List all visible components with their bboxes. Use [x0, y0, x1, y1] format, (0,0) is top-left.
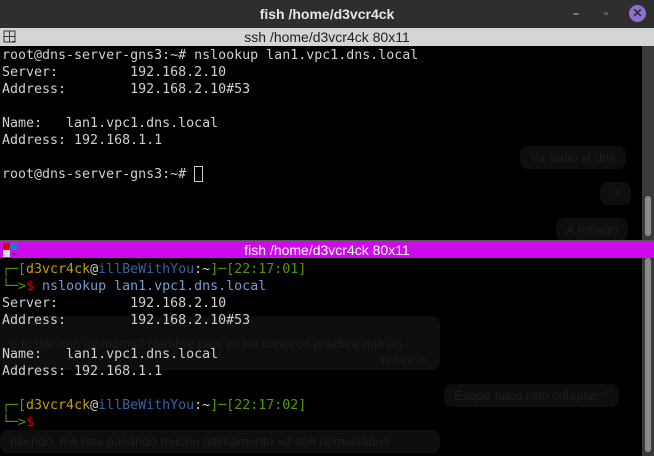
- top-scrollbar[interactable]: [642, 46, 654, 240]
- fish-prompt-line: ┌─[d3vcr4ck@illBeWithYou:~]─[22:17:02]: [2, 398, 307, 413]
- chat-bubble: Ya Salio el dns: [520, 146, 626, 169]
- prompt-text: root@dns-server-gns3:~#: [2, 167, 195, 182]
- split-menu-icon[interactable]: [3, 243, 17, 257]
- terminal-line: Address: 192.168.1.1: [2, 364, 163, 379]
- terminal-line: Address: 192.168.1.1: [2, 133, 163, 148]
- terminal-line: Address: 192.168.2.10#53: [2, 82, 251, 97]
- minimize-button[interactable]: –: [568, 6, 584, 22]
- fish-command-line: └─>$ nslookup lan1.vpc1.dns.local: [2, 279, 267, 294]
- terminal-line: Name: lan1.vpc1.dns.local: [2, 116, 219, 131]
- terminal-line: Server: 192.168.2.10: [2, 296, 227, 311]
- terminal-line: Name: lan1.vpc1.dns.local: [2, 347, 219, 362]
- maximize-button[interactable]: ▫: [598, 6, 614, 22]
- terminal-line: root@dns-server-gns3:~# nslookup lan1.vp…: [2, 48, 419, 63]
- split-menu-icon[interactable]: [3, 30, 17, 44]
- bottom-scrollbar[interactable]: [642, 258, 654, 456]
- terminal-line: Address: 192.168.2.10#53: [2, 313, 251, 328]
- scrollbar-thumb[interactable]: [645, 196, 651, 236]
- chat-bubble: ntiendo, me rsta pasando mucho últimamen…: [0, 430, 440, 453]
- window-title: fish /home/d3vcr4ck: [259, 6, 395, 22]
- bottom-pane-title: fish /home/d3vcr4ck 80x11: [244, 242, 410, 258]
- fish-input-line[interactable]: └─>$: [2, 414, 34, 431]
- top-terminal-pane[interactable]: Ya Salio el dns :3 A rehago root@dns-ser…: [0, 46, 642, 240]
- chat-bubble: A rehago: [556, 218, 629, 240]
- bottom-terminal-pane[interactable]: e te dije con mi momo? Nambre papi yo no…: [0, 258, 642, 456]
- terminal-prompt[interactable]: root@dns-server-gns3:~#: [2, 166, 204, 183]
- terminal-cursor: [194, 166, 204, 182]
- chat-time: 10:04 p. m.: [379, 355, 430, 366]
- fish-prompt-line: ┌─[d3vcr4ck@illBeWithYou:~]─[22:17:01]: [2, 262, 307, 277]
- terminal-line: Server: 192.168.2.10: [2, 65, 227, 80]
- window-titlebar: fish /home/d3vcr4ck – ▫ ✕: [0, 0, 654, 28]
- chat-bubble: Esque hace rato colapse :": [444, 384, 619, 407]
- top-pane-titlebar[interactable]: ssh /home/d3vcr4ck 80x11: [0, 28, 654, 46]
- chat-bubble: :3: [600, 182, 631, 205]
- close-button[interactable]: ✕: [629, 5, 646, 22]
- bottom-pane-titlebar[interactable]: fish /home/d3vcr4ck 80x11: [0, 240, 654, 258]
- top-pane-title: ssh /home/d3vcr4ck 80x11: [244, 29, 410, 45]
- scrollbar-thumb[interactable]: [645, 258, 651, 452]
